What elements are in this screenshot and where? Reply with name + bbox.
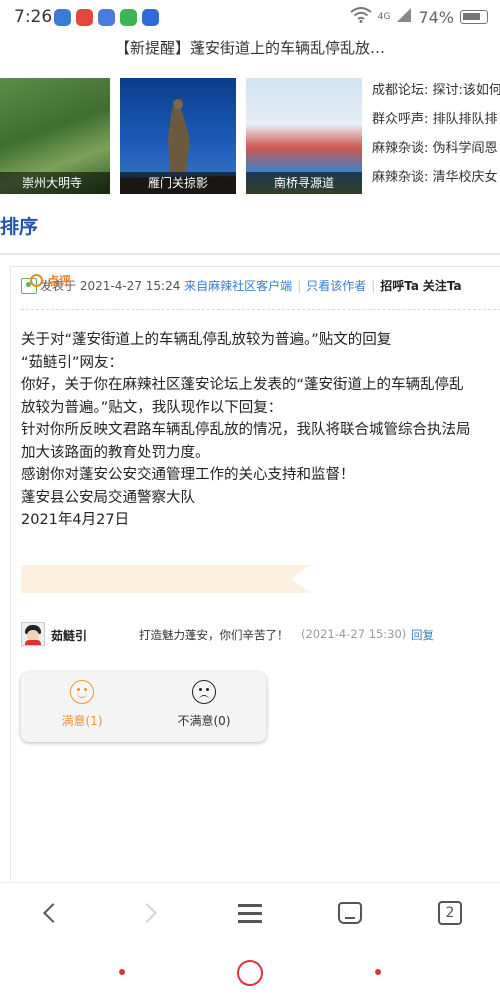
news-item[interactable]: 麻辣杂谈: 清华校庆女	[372, 163, 500, 192]
sort-heading[interactable]: 排序	[0, 212, 38, 239]
app-notification-icon	[76, 9, 93, 26]
rating-panel: 满意(1) 不满意(0)	[21, 672, 266, 742]
satisfied-label: 满意(1)	[61, 714, 103, 728]
featured-image-2[interactable]: 雁门关掠影	[120, 78, 236, 194]
body-line: 你好，关于你在麻辣社区蓬安论坛上发表的“蓬安街道上的车辆乱停乱	[21, 377, 464, 393]
page-title[interactable]: 【新提醒】蓬安街道上的车辆乱停乱放…	[0, 36, 500, 66]
app-notification-icon	[142, 9, 159, 26]
home-button[interactable]	[330, 895, 370, 931]
post-container: 发表于 2021-4-27 15:24 来自麻辣社区客户端 | 只看该作者 | …	[10, 266, 500, 881]
recent-apps-button[interactable]	[119, 969, 125, 975]
news-item[interactable]: 麻辣杂谈: 伪科学阎恩	[372, 134, 500, 163]
chevron-left-icon	[43, 903, 63, 923]
app-notification-icon	[98, 9, 115, 26]
comment-label: 点评	[47, 274, 72, 288]
back-button[interactable]	[30, 895, 70, 931]
greet-link[interactable]: 招呼Ta	[380, 277, 419, 294]
featured-strip: 崇州大明寺 雁门关掠影 南桥寻源道 成都论坛: 探讨:该如何 群众呼声: 排队排…	[0, 76, 500, 194]
featured-caption: 崇州大明寺	[0, 172, 110, 194]
wifi-icon	[350, 7, 372, 27]
post-meta: 发表于 2021-4-27 15:24 来自麻辣社区客户端 | 只看该作者 | …	[21, 277, 500, 294]
body-line: 针对你所反映文君路车辆乱停乱放的情况，我队将联合城管综合执法局	[21, 422, 471, 438]
avatar[interactable]	[21, 622, 45, 646]
status-bar: 7:26 4G 74%	[0, 0, 500, 36]
comment-row: 茹鲢引 打造魅力蓬安，你们辛苦了！ (2021-4-27 15:30) 回复	[21, 622, 500, 648]
status-indicators: 4G 74%	[350, 7, 488, 27]
comment-text: 打造魅力蓬安，你们辛苦了！	[139, 628, 289, 642]
comment-author[interactable]: 茹鲢引	[51, 627, 87, 644]
featured-image-1[interactable]: 崇州大明寺	[0, 78, 110, 194]
back-system-button[interactable]	[375, 969, 381, 975]
notification-icons	[54, 9, 159, 26]
browser-toolbar: 2	[0, 882, 500, 942]
dashed-divider	[21, 309, 500, 310]
frown-icon	[192, 680, 216, 704]
reply-link[interactable]: 回复	[411, 627, 434, 643]
app-notification-icon	[120, 9, 137, 26]
smile-icon	[70, 680, 94, 704]
tabs-button[interactable]: 2	[430, 895, 470, 931]
separator: |	[297, 278, 302, 293]
forward-button[interactable]	[130, 895, 170, 931]
battery-percent: 74%	[418, 7, 454, 27]
post-date: 2021-4-27 15:24	[79, 278, 181, 293]
body-line: “茹鲢引”网友：	[21, 354, 124, 371]
body-line: 加大该路面的教育处罚力度。	[21, 444, 210, 461]
chevron-right-icon	[137, 903, 157, 923]
body-line: 2021年4月27日	[21, 512, 130, 528]
comment-section-header	[21, 565, 311, 593]
follow-link[interactable]: 关注Ta	[423, 277, 462, 294]
network-type: 4G	[377, 12, 391, 22]
menu-icon	[238, 904, 262, 923]
comment-time: (2021-4-27 15:30)	[301, 627, 407, 641]
signal-icon	[396, 7, 412, 27]
post-source[interactable]: 来自麻辣社区客户端	[184, 277, 292, 294]
body-line: 放较为普遍。”贴文，我队现作以下回复：	[21, 399, 283, 416]
news-list: 成都论坛: 探讨:该如何 群众呼声: 排队排队排 麻辣杂谈: 伪科学阎恩 麻辣杂…	[372, 76, 500, 192]
app-notification-icon	[54, 9, 71, 26]
divider	[0, 253, 500, 255]
body-line: 感谢你对蓬安公安交通管理工作的关心支持和监督！	[21, 467, 355, 483]
tabs-count: 2	[438, 901, 462, 925]
menu-button[interactable]	[230, 895, 270, 931]
news-item[interactable]: 成都论坛: 探讨:该如何	[372, 76, 500, 105]
body-line: 关于对“蓬安街道上的车辆乱停乱放较为普遍。”贴文的回复	[21, 332, 392, 348]
home-system-button[interactable]	[237, 960, 263, 986]
home-icon	[338, 902, 362, 924]
news-item[interactable]: 群众呼声: 排队排队排	[372, 105, 500, 134]
separator: |	[371, 278, 376, 293]
satisfied-button[interactable]: 满意(1)	[21, 672, 143, 742]
battery-icon	[460, 10, 488, 24]
unsatisfied-button[interactable]: 不满意(0)	[143, 672, 265, 742]
system-nav-bar	[0, 942, 500, 1000]
only-author-link[interactable]: 只看该作者	[306, 277, 366, 294]
status-time: 7:26	[14, 7, 53, 27]
post-body: 关于对“蓬安街道上的车辆乱停乱放较为普遍。”贴文的回复 “茹鲢引”网友： 你好，…	[21, 329, 500, 532]
comment-icon	[30, 274, 43, 287]
featured-caption: 南桥寻源道	[246, 172, 362, 194]
unsatisfied-label: 不满意(0)	[177, 714, 231, 728]
body-line: 蓬安县公安局交通警察大队	[21, 489, 195, 506]
featured-caption: 雁门关掠影	[120, 172, 236, 194]
featured-image-3[interactable]: 南桥寻源道	[246, 78, 362, 194]
